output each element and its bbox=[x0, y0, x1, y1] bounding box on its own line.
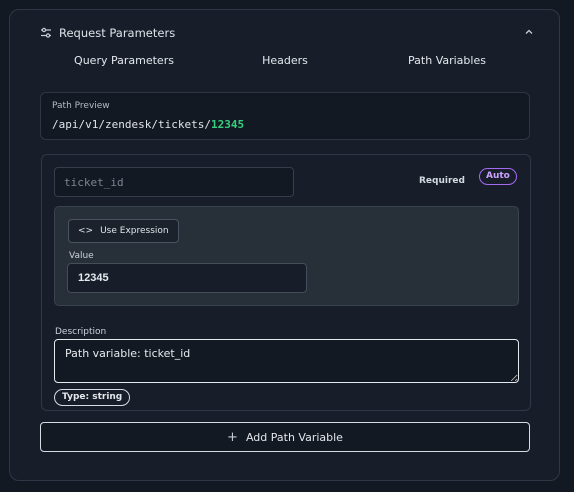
sliders-icon bbox=[41, 27, 51, 38]
tab-headers[interactable]: Headers bbox=[262, 54, 308, 67]
path-variable-value: 12345 bbox=[210, 118, 245, 131]
value-label: Value bbox=[69, 251, 94, 261]
tab-query-parameters[interactable]: Query Parameters bbox=[74, 54, 174, 67]
panel-title: Request Parameters bbox=[59, 26, 176, 40]
value-section: <> Use Expression Value bbox=[54, 206, 519, 306]
description-textarea[interactable]: Path variable: ticket_id bbox=[54, 339, 519, 383]
plus-icon: + bbox=[227, 429, 238, 445]
use-expression-button[interactable]: <> Use Expression bbox=[68, 219, 179, 243]
code-icon: <> bbox=[78, 226, 94, 236]
description-label: Description bbox=[55, 327, 107, 337]
type-badge: Type: string bbox=[54, 389, 131, 406]
panel-header[interactable]: Request Parameters bbox=[40, 23, 175, 43]
path-preview-value: /api/v1/zendesk/tickets/12345 bbox=[52, 118, 244, 131]
path-variable-card: Required Auto <> Use Expression Value De… bbox=[41, 154, 531, 411]
variable-name-input[interactable] bbox=[54, 167, 294, 197]
add-path-variable-button[interactable]: + Add Path Variable bbox=[40, 422, 530, 452]
tab-path-variables[interactable]: Path Variables bbox=[408, 54, 486, 67]
value-input[interactable] bbox=[67, 263, 307, 293]
chevron-up-icon bbox=[525, 29, 533, 34]
path-preview: Path Preview /api/v1/zendesk/tickets/123… bbox=[40, 92, 530, 140]
add-path-variable-label: Add Path Variable bbox=[245, 430, 343, 444]
auto-badge: Auto bbox=[479, 168, 517, 185]
collapse-button[interactable] bbox=[521, 24, 537, 40]
parameter-tabs: Query Parameters Headers Path Variables bbox=[10, 54, 559, 76]
request-parameters-panel: Request Parameters Query Parameters Head… bbox=[9, 9, 560, 481]
path-base: /api/v1/zendesk/tickets/ bbox=[52, 118, 211, 131]
required-label: Required bbox=[419, 176, 465, 186]
use-expression-label: Use Expression bbox=[100, 226, 169, 236]
path-preview-label: Path Preview bbox=[52, 101, 110, 111]
